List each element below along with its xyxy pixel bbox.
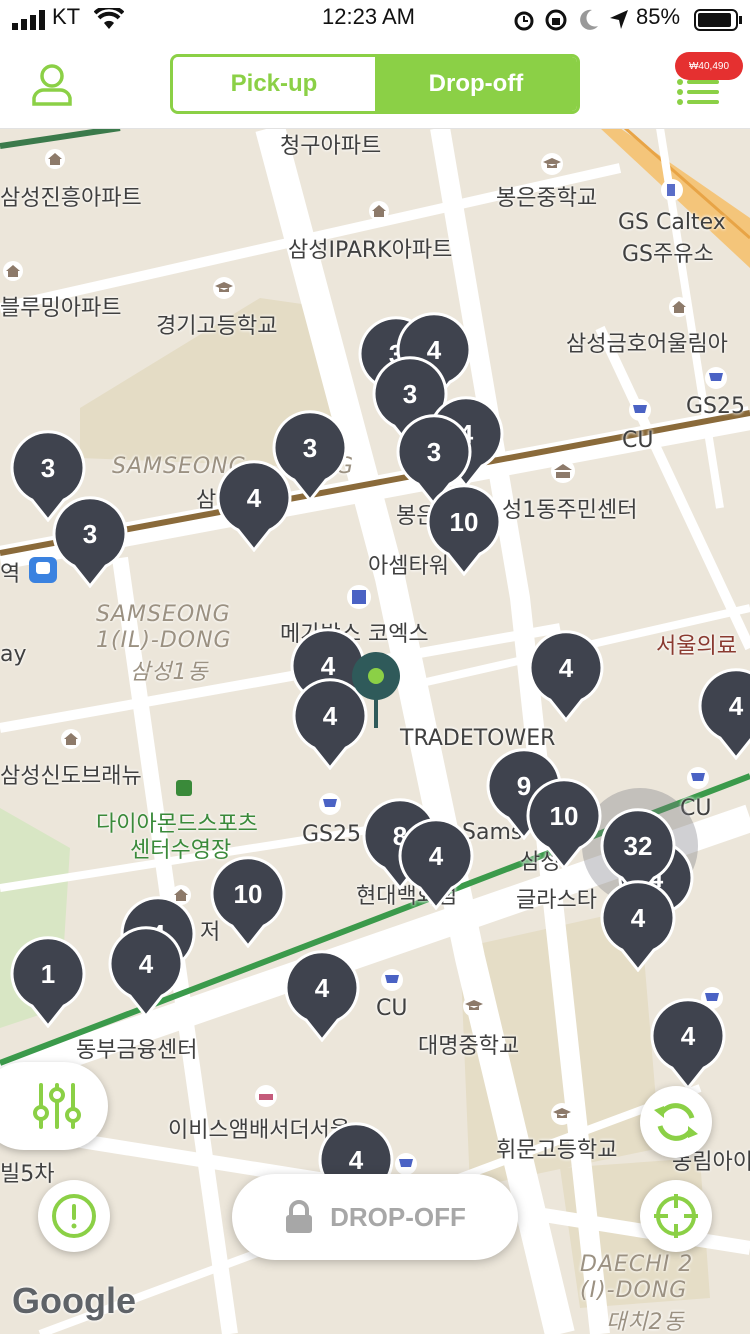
station-cluster-pin[interactable]: 4 xyxy=(650,998,726,1091)
mode-switch: Pick-up Drop-off xyxy=(170,54,580,114)
map-label: CU xyxy=(622,428,654,453)
map-label: GS Caltex xyxy=(618,210,726,235)
map-label: ay xyxy=(0,642,27,667)
battery-percent: 85% xyxy=(636,4,681,29)
hotel-poi-icon xyxy=(255,1085,277,1107)
station-cluster-pin[interactable]: 10 xyxy=(210,856,286,949)
station-cluster-pin[interactable]: 1 xyxy=(10,936,86,1029)
map-label: 동부금융센터 xyxy=(76,1038,198,1063)
map-view[interactable]: 청구아파트 삼성진흥아파트 봉은중학교 GS Caltex GS주유소 삼성IP… xyxy=(0,128,750,1334)
map-label: 블루밍아파트 xyxy=(0,296,122,321)
current-location-pin-icon xyxy=(352,652,400,728)
crosshair-icon xyxy=(654,1194,698,1238)
station-cluster-pin[interactable]: 4 xyxy=(216,460,292,553)
refresh-button[interactable] xyxy=(640,1086,712,1158)
station-cluster-pin[interactable]: 4 xyxy=(398,818,474,911)
app-header: Pick-up Drop-off ₩40,490 xyxy=(0,40,750,129)
home-poi-icon xyxy=(369,201,389,221)
map-label: 빌5차 xyxy=(0,1162,55,1187)
map-label: 1(IL)-DONG xyxy=(96,628,232,653)
alarm-icon xyxy=(514,11,534,31)
tab-drop-off[interactable]: Drop-off xyxy=(375,57,577,111)
map-label: 성1동주민센터 xyxy=(502,498,638,523)
shop-poi-icon xyxy=(687,767,709,789)
school-poi-icon xyxy=(541,153,563,175)
location-arrow-icon xyxy=(610,10,628,29)
shop-poi-icon xyxy=(705,367,727,389)
shop-poi-icon xyxy=(319,793,341,815)
map-label: DAECHI 2 xyxy=(580,1252,694,1277)
school-poi-icon xyxy=(463,995,485,1017)
google-logo: Google xyxy=(12,1280,136,1321)
report-button[interactable] xyxy=(38,1180,110,1252)
landmark-poi-icon xyxy=(551,459,575,483)
home-poi-icon xyxy=(669,297,689,317)
home-poi-icon xyxy=(45,149,65,169)
station-cluster-pin[interactable]: 4 xyxy=(600,880,676,973)
status-bar: KT 12:23 AM 85% xyxy=(0,0,750,40)
tab-pick-up[interactable]: Pick-up xyxy=(173,57,375,111)
station-cluster-pin[interactable]: 4 xyxy=(108,926,184,1019)
station-cluster-pin[interactable]: 4 xyxy=(528,630,604,723)
map-label: 삼성진흥아파트 xyxy=(0,186,142,211)
map-label: 봉은중학교 xyxy=(496,186,598,211)
filter-button[interactable] xyxy=(0,1062,108,1150)
map-label: 서울의료 xyxy=(656,634,737,659)
alert-icon xyxy=(52,1194,96,1238)
sliders-icon xyxy=(33,1083,81,1129)
moon-icon xyxy=(580,9,598,30)
map-label: 삼 xyxy=(196,488,217,513)
home-poi-icon xyxy=(61,729,81,749)
map-label: 역 xyxy=(0,562,21,587)
shop-poi-icon xyxy=(381,969,403,991)
park-poi-icon xyxy=(176,780,192,796)
map-label: 삼성IPARK아파트 xyxy=(288,238,453,263)
wifi-icon xyxy=(94,8,124,29)
school-poi-icon xyxy=(213,277,235,299)
map-label: 삼성금호어울림아 xyxy=(566,332,728,357)
carrier: KT xyxy=(52,4,81,29)
rotation-lock-icon xyxy=(545,9,567,31)
station-cluster-pin[interactable]: 10 xyxy=(426,484,502,577)
shop-poi-icon xyxy=(395,1153,417,1175)
refresh-icon xyxy=(654,1103,698,1141)
profile-icon[interactable] xyxy=(30,62,74,106)
station-cluster-pin[interactable]: 4 xyxy=(284,950,360,1043)
map-label: 청구아파트 xyxy=(280,134,382,159)
map-label: 삼성1동 xyxy=(130,660,209,685)
map-label: GS25 xyxy=(302,822,362,847)
map-label: 경기고등학교 xyxy=(156,314,278,339)
time: 12:23 AM xyxy=(322,4,415,29)
shop-poi-icon xyxy=(629,399,651,421)
map-label: GS주유소 xyxy=(622,242,714,267)
school-poi-icon xyxy=(551,1103,573,1125)
home-poi-icon xyxy=(3,261,23,281)
locate-me-button[interactable] xyxy=(640,1180,712,1252)
drop-off-label: DROP-OFF xyxy=(330,1201,466,1232)
station-cluster-pin[interactable]: 10 xyxy=(526,778,602,871)
map-label: 대명중학교 xyxy=(418,1034,520,1059)
map-label: (I)-DONG xyxy=(580,1278,688,1303)
gas-station-icon xyxy=(661,179,683,201)
menu-icon[interactable] xyxy=(676,78,720,106)
map-label: 삼성신도브래뉴 xyxy=(0,764,142,789)
drop-off-button[interactable]: DROP-OFF xyxy=(232,1174,518,1260)
signal-icon xyxy=(12,10,45,30)
lock-icon xyxy=(286,1200,313,1233)
map-label: SAMSEONG xyxy=(96,602,231,627)
map-label: 대치2동 xyxy=(606,1310,685,1334)
map-label: GS25 xyxy=(686,394,746,419)
balance-badge: ₩40,490 xyxy=(675,52,743,80)
battery-icon xyxy=(694,9,742,31)
cinema-poi-icon xyxy=(347,585,371,609)
station-cluster-pin[interactable]: 3 xyxy=(52,496,128,589)
map-label: 휘문고등학교 xyxy=(496,1138,618,1163)
map-label: 글라스타 xyxy=(516,888,597,913)
map-label: CU xyxy=(376,996,408,1021)
station-cluster-pin[interactable]: 4 xyxy=(698,668,750,761)
